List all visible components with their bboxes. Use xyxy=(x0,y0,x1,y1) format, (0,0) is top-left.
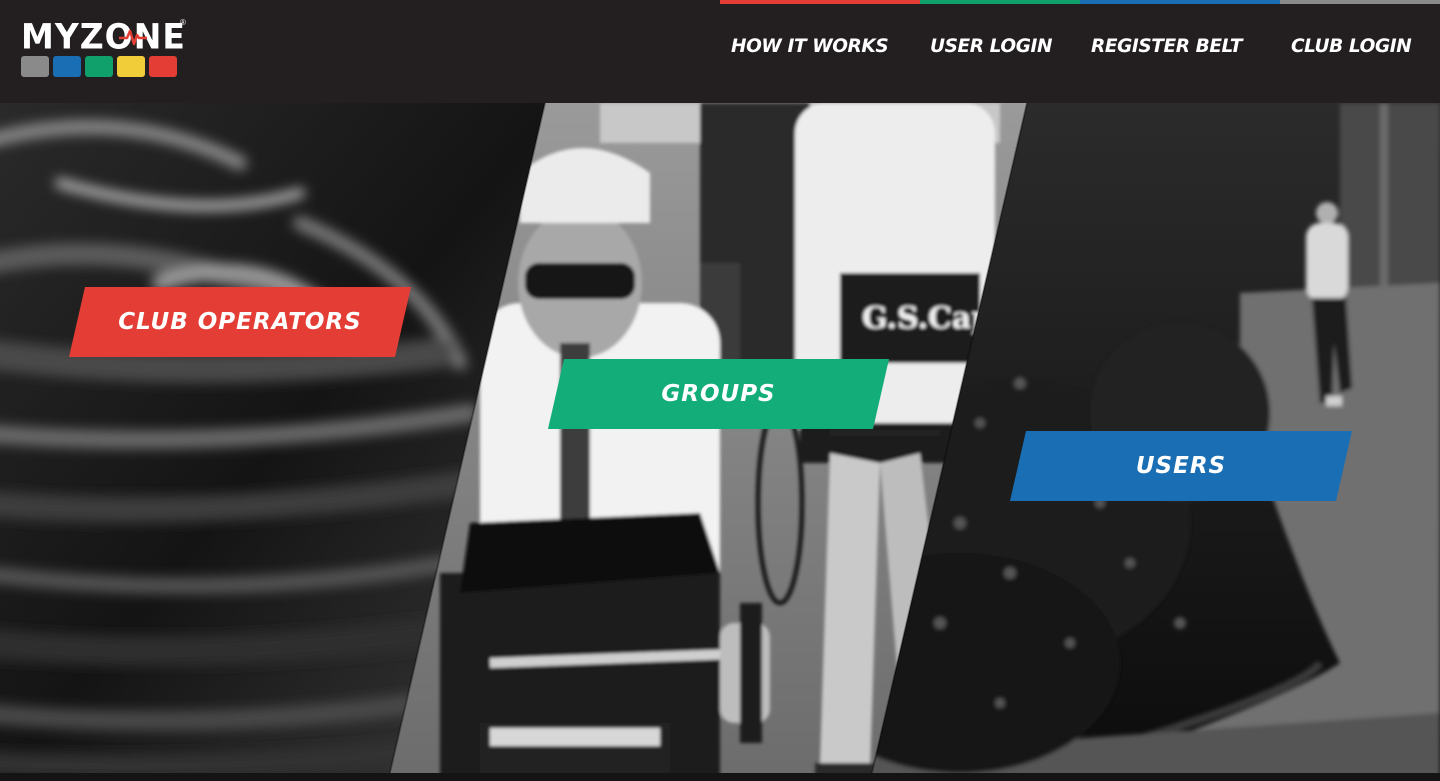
accent-strip-blue xyxy=(1080,0,1280,4)
nav-how-it-works[interactable]: HOW IT WORKS xyxy=(731,36,889,57)
users-label: USERS xyxy=(1135,453,1227,479)
club-operators-button[interactable]: CLUB OPERATORS xyxy=(69,287,411,357)
nav-club-login[interactable]: CLUB LOGIN xyxy=(1291,36,1412,57)
main-nav: HOW IT WORKS USER LOGIN REGISTER BELT CL… xyxy=(0,36,1440,62)
bottom-edge xyxy=(0,773,1440,781)
accent-strip-green xyxy=(920,0,1080,4)
nav-register-belt[interactable]: REGISTER BELT xyxy=(1091,36,1243,57)
club-operators-label: CLUB OPERATORS xyxy=(118,309,362,335)
groups-label: GROUPS xyxy=(661,381,776,407)
accent-strip-red xyxy=(720,0,920,4)
users-button[interactable]: USERS xyxy=(1010,431,1352,501)
nav-user-login[interactable]: USER LOGIN xyxy=(930,36,1052,57)
site-header: MYZONE ® HOW IT WORKS USER LOGIN REGISTE… xyxy=(0,0,1440,103)
groups-button[interactable]: GROUPS xyxy=(548,359,889,429)
accent-strip-grey xyxy=(1280,0,1440,4)
registered-mark: ® xyxy=(180,18,186,27)
